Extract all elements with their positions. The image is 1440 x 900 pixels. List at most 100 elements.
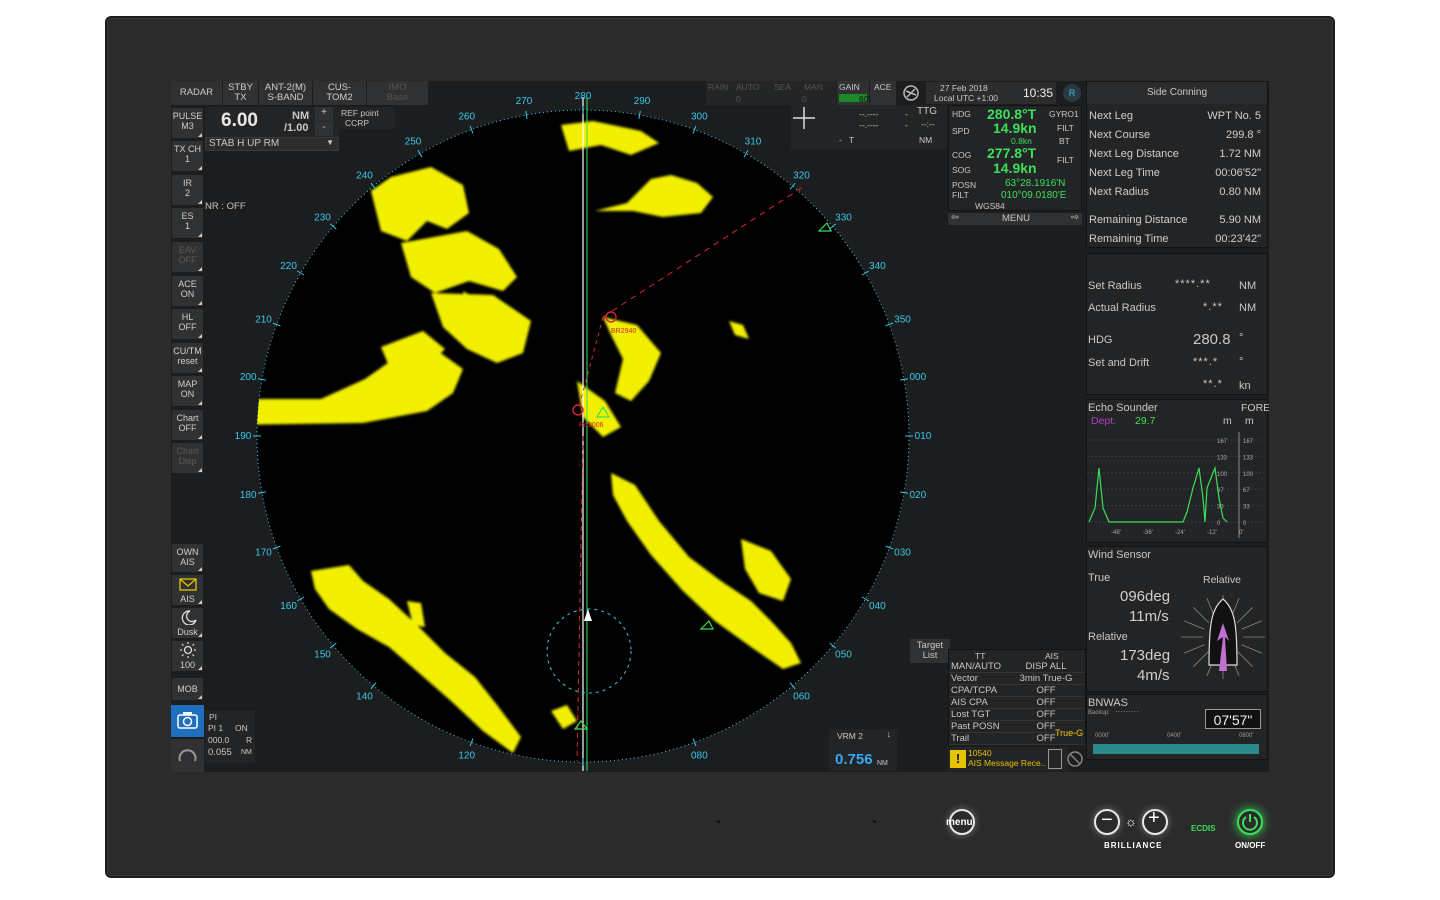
echo-sounder-panel: Echo Sounder FORE m m Dept. 29.7 167 167 1… xyxy=(1086,399,1269,543)
speed-value: 14.9kn xyxy=(993,120,1037,136)
cursor-ttg-box: --.---- --.---- - - TTG --:-- - T NM xyxy=(791,105,947,149)
power-icon xyxy=(1242,814,1258,831)
echo-scale-label: 100 xyxy=(1217,472,1228,478)
bearing-label: 000 xyxy=(909,372,926,383)
undo-button[interactable] xyxy=(171,739,204,772)
side-conning-panel: Side Conning Next Leg WPT No. 5 Next Cours… xyxy=(1086,81,1268,248)
mob-button[interactable]: MOB xyxy=(171,677,204,701)
nav-menu-bar[interactable]: ⇦ MENU ⇨ xyxy=(948,212,1082,225)
wind-rose-ray xyxy=(1241,644,1262,654)
bearing-label: 100 xyxy=(575,771,592,772)
true-wind-speed: 11m/s xyxy=(1129,608,1169,625)
bearing-label: 120 xyxy=(458,751,475,762)
left-button-3[interactable]: ES 1 xyxy=(171,207,204,239)
radar-ppi-display[interactable]: BR2940 Ro2006 280 290 300 310 320 330 340 350 00… xyxy=(231,81,971,772)
sensor-dot xyxy=(717,820,720,823)
echo-time-label: -24' xyxy=(1175,530,1185,536)
side-conning-title: Side Conning xyxy=(1087,82,1267,104)
bearing-label: 250 xyxy=(405,137,422,148)
bearing-label: 060 xyxy=(793,692,810,703)
target-setting-row[interactable]: CPA/TCPA OFF xyxy=(949,685,1085,697)
left-button-6[interactable]: HL OFF xyxy=(171,308,204,340)
crosshair-icon xyxy=(793,107,815,129)
left-button-4[interactable]: EAV OFF xyxy=(171,241,204,273)
bearing-label: 050 xyxy=(835,650,852,661)
alert-list-icon[interactable] xyxy=(1048,749,1062,769)
target-setting-row[interactable]: Lost TGT OFF xyxy=(949,709,1085,721)
conning-row: Remaining Distance 5.90 NM xyxy=(1089,214,1261,226)
bearing-label: 030 xyxy=(894,547,911,558)
sensor-dot xyxy=(873,820,876,823)
r-status-icon[interactable]: R xyxy=(1063,84,1081,102)
echo-fore-scale-label: 33 xyxy=(1243,505,1250,511)
dusk-button[interactable]: Dusk xyxy=(171,607,204,639)
bearing-label: 020 xyxy=(909,490,926,501)
bearing-label: 310 xyxy=(745,137,762,148)
arrow-left-icon[interactable]: ⇦ xyxy=(951,212,959,223)
left-button-8[interactable]: MAP ON xyxy=(171,375,204,407)
conning-row: Remaining Time 00:23'42" xyxy=(1089,233,1261,245)
bearing-label: 230 xyxy=(314,213,331,224)
bnwas-panel: BNWAS Backup: ········· 07'57" 0000' 040… xyxy=(1086,694,1268,760)
echo-fore-scale-label: 67 xyxy=(1243,488,1250,494)
undo-icon xyxy=(178,749,197,762)
conning-row: Next Course 299.8 ° xyxy=(1089,129,1261,141)
left-button-0[interactable]: PULSE M3 xyxy=(171,107,204,139)
wind-rose-icon xyxy=(1181,595,1265,679)
bearing-label: 040 xyxy=(869,601,886,612)
own-ais-button[interactable]: OWN AIS xyxy=(171,543,204,573)
bearing-label: 150 xyxy=(314,650,331,661)
wind-rose-ray xyxy=(1184,644,1205,654)
radar-mode-button[interactable]: RADAR xyxy=(171,81,223,105)
depth-trace xyxy=(1088,465,1228,523)
target-setting-row[interactable]: AIS CPA OFF xyxy=(949,697,1085,709)
brightness-button[interactable]: 100 xyxy=(171,640,204,672)
ais-button[interactable]: AIS xyxy=(171,574,204,606)
moon-icon xyxy=(181,610,197,626)
left-button-2[interactable]: IR 2 xyxy=(171,174,204,206)
echo-fore-scale-label: 100 xyxy=(1243,472,1254,478)
depth-value: 29.7 xyxy=(1135,415,1156,427)
bearing-label: 010 xyxy=(915,431,932,442)
left-button-10[interactable]: Chart Disp xyxy=(171,442,204,474)
bearing-label: 260 xyxy=(458,112,475,123)
bearing-label: 210 xyxy=(255,315,272,326)
bearing-label: 280 xyxy=(575,91,592,102)
bnwas-progress-bar xyxy=(1093,744,1259,754)
left-button-5[interactable]: ACE ON xyxy=(171,275,204,307)
screenshot-button[interactable] xyxy=(171,705,204,737)
bearing-label: 240 xyxy=(356,171,373,182)
wind-rose-ray xyxy=(1236,650,1253,667)
echo-time-label: -12' xyxy=(1207,530,1217,536)
vrm-box[interactable]: VRM 2 ↓ 0.756 NM xyxy=(829,729,897,771)
echo-scale-label: 167 xyxy=(1217,439,1228,445)
bearing-label: 160 xyxy=(280,601,297,612)
target-2-label: Ro2006 xyxy=(579,422,604,429)
conning-row: Next Radius 0.80 NM xyxy=(1089,186,1261,198)
left-button-9[interactable]: Chart OFF xyxy=(171,409,204,441)
ecdis-indicator: ECDIS xyxy=(1191,824,1216,833)
left-button-1[interactable]: TX CH 1 xyxy=(171,140,204,172)
power-button[interactable] xyxy=(1237,809,1263,835)
sog-value: 14.9kn xyxy=(993,160,1037,176)
conning-row: Next Leg WPT No. 5 xyxy=(1089,110,1261,122)
navigation-data-panel: HDG 280.8°T GYRO1 SPD 14.9kn FILT 0.8kn … xyxy=(948,105,1082,211)
conning-row: Next Leg Distance 1.72 NM xyxy=(1089,148,1261,160)
cog-value: 277.8°T xyxy=(987,145,1037,161)
echo-time-label: -48' xyxy=(1111,530,1121,536)
target-list-button[interactable]: Target List xyxy=(910,639,950,663)
bearing-label: 270 xyxy=(516,96,533,107)
wind-rose-ray xyxy=(1193,650,1210,667)
left-button-7[interactable]: CU/TM reset xyxy=(171,342,204,374)
longitude-value: 010°09.0180'E xyxy=(1001,190,1067,201)
target-setting-row[interactable]: Vector 3min True-G xyxy=(949,673,1085,685)
arrow-right-icon[interactable]: ⇨ xyxy=(1071,212,1079,223)
arrow-down-icon: ↓ xyxy=(886,729,892,739)
target-setting-row[interactable]: MAN/AUTO DISP ALL xyxy=(949,661,1085,673)
relative-wind-direction: 173deg xyxy=(1120,647,1171,664)
echo-sounder-graph: 167 167133 133100 10067 6733 330 0-48' -36' -24'… xyxy=(1087,432,1263,538)
radar-screen: RADAR STBY TX ANT-2(M) S-BAND CUS- TOM2 IMO… xyxy=(171,81,1269,772)
echo-fore-scale-label: 133 xyxy=(1243,455,1254,461)
silence-icon[interactable] xyxy=(1066,749,1084,769)
vrm-value: 0.756 xyxy=(835,751,873,768)
